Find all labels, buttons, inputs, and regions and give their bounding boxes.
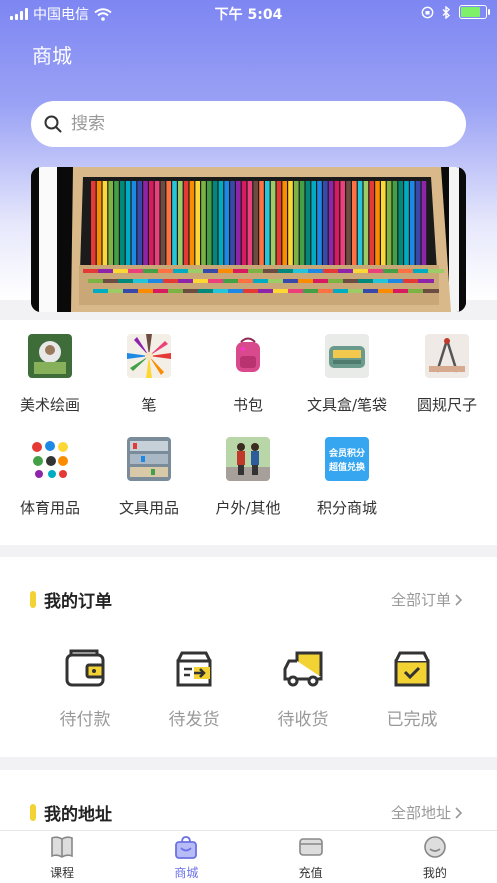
- ship-box-icon: [176, 651, 212, 687]
- category-label: 文具用品: [118, 499, 179, 517]
- category-pens[interactable]: 笔: [100, 334, 198, 415]
- tab-course[interactable]: 课程: [0, 831, 124, 883]
- category-label: 户外/其他: [215, 499, 281, 517]
- orders-title: 我的订单: [44, 592, 112, 612]
- my-address-card: 我的地址 全部地址: [0, 770, 497, 830]
- art-painting-thumb: [28, 334, 72, 378]
- section-marker: [30, 804, 36, 821]
- address-title: 我的地址: [44, 805, 112, 825]
- svg-text:会员积分: 会员积分: [329, 447, 365, 459]
- colored-pencils-thumb: [127, 334, 171, 378]
- done-box-icon: [394, 651, 430, 687]
- banner-art-set-image: [31, 167, 466, 312]
- all-orders-link[interactable]: 全部订单: [391, 589, 463, 610]
- smile-face-icon: [424, 836, 446, 858]
- category-grid: 美术绘画 笔 书包 文具盒/笔袋 圆规尺子 体育用品 文具用品 户外/其他 会员…: [0, 320, 497, 545]
- tab-label: 商城: [174, 866, 199, 880]
- category-label: 文具盒/笔袋: [306, 396, 388, 414]
- stationery-thumb: [127, 437, 171, 481]
- tab-label: 课程: [50, 866, 75, 880]
- category-label: 积分商城: [316, 499, 377, 517]
- chevron-right-icon: [455, 593, 463, 606]
- tab-label: 充值: [298, 866, 323, 880]
- order-status-label: 待收货: [277, 710, 329, 730]
- category-label: 书包: [232, 396, 263, 414]
- shop-bag-icon: [175, 836, 198, 859]
- battery-icon: [459, 5, 490, 19]
- points-mall-thumb: 会员积分 超值兑换: [325, 437, 369, 481]
- order-pending-receipt[interactable]: 待收货: [253, 647, 353, 730]
- tab-mine[interactable]: 我的: [373, 831, 497, 883]
- chevron-right-icon: [455, 806, 463, 819]
- category-stationery[interactable]: 文具用品: [100, 437, 198, 518]
- bottom-tab-bar: 课程 商城 充值 我的: [0, 830, 497, 883]
- svg-text:超值兑换: 超值兑换: [328, 461, 366, 473]
- compass-ruler-thumb: [425, 334, 469, 378]
- search-input[interactable]: [69, 113, 433, 135]
- wallet-icon: [65, 649, 105, 687]
- my-orders-card: 我的订单 全部订单 待付款 待发货 待收货 已完成: [0, 557, 497, 757]
- category-sports[interactable]: 体育用品: [1, 437, 99, 518]
- card-icon: [298, 838, 323, 856]
- backpack-thumb: [226, 334, 270, 378]
- tab-label: 我的: [422, 866, 447, 880]
- tab-shop[interactable]: 商城: [124, 831, 248, 883]
- bluetooth-icon: [442, 5, 451, 19]
- category-label: 美术绘画: [19, 396, 80, 414]
- order-status-label: 已完成: [386, 710, 438, 730]
- outdoor-thumb: [226, 437, 270, 481]
- course-book-icon: [51, 836, 73, 858]
- order-pending-shipment[interactable]: 待发货: [144, 647, 244, 730]
- delivery-truck-icon: [283, 651, 323, 687]
- tab-recharge[interactable]: 充值: [249, 831, 373, 883]
- category-art[interactable]: 美术绘画: [1, 334, 99, 415]
- sports-goods-thumb: [28, 437, 72, 481]
- order-completed[interactable]: 已完成: [362, 647, 462, 730]
- all-orders-label: 全部订单: [390, 591, 451, 609]
- orientation-lock-icon: [421, 6, 434, 18]
- category-compass[interactable]: 圆规尺子: [398, 334, 496, 415]
- promo-banner[interactable]: [31, 167, 466, 312]
- order-pending-payment[interactable]: 待付款: [35, 647, 135, 730]
- order-status-label: 待发货: [168, 710, 220, 730]
- pencil-case-thumb: [325, 334, 369, 378]
- category-label: 体育用品: [19, 499, 80, 517]
- category-label: 圆规尺子: [416, 396, 477, 414]
- search-bar[interactable]: [31, 101, 466, 147]
- status-bar: 中国电信 下午 5:04: [0, 0, 497, 26]
- category-points-mall[interactable]: 会员积分超值兑换 积分商城: [298, 437, 396, 518]
- page-title: 商城: [32, 44, 72, 68]
- order-status-label: 待付款: [59, 710, 111, 730]
- all-address-link[interactable]: 全部地址: [391, 802, 463, 823]
- category-pencil-case[interactable]: 文具盒/笔袋: [298, 334, 396, 415]
- category-backpack[interactable]: 书包: [199, 334, 297, 415]
- category-label: 笔: [141, 396, 157, 414]
- all-address-label: 全部地址: [390, 804, 451, 822]
- search-icon: [44, 115, 62, 133]
- section-marker: [30, 591, 36, 608]
- category-outdoor[interactable]: 户外/其他: [199, 437, 297, 518]
